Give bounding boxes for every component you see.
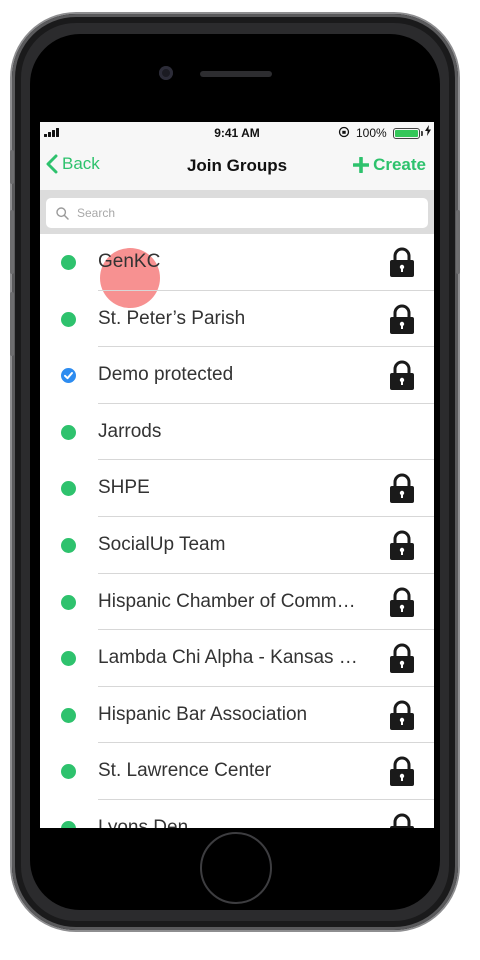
group-name: GenKC (98, 251, 161, 272)
lock-icon (389, 247, 415, 282)
lock-icon (389, 587, 415, 622)
lock-icon (389, 700, 415, 735)
status-dot (61, 537, 76, 553)
status-dot (61, 707, 76, 723)
group-name: Demo protected (98, 364, 234, 386)
rotation-lock-icon (338, 126, 350, 138)
group-name: SocialUp Team (98, 533, 226, 555)
battery-tip (421, 131, 423, 136)
list-item[interactable]: Lyons Den (40, 800, 434, 828)
search-icon (56, 206, 69, 220)
list-item[interactable]: Hispanic Chamber of Comm… (40, 574, 434, 631)
status-dot (61, 481, 76, 497)
group-name: Lyons Den (98, 816, 189, 828)
charging-bolt-icon (425, 125, 431, 139)
lock-icon (389, 756, 415, 791)
group-name: Hispanic Chamber of Comm… (98, 590, 356, 612)
list-item[interactable]: SocialUp Team (40, 517, 434, 574)
home-button[interactable] (200, 832, 272, 904)
group-name: St. Peter’s Parish (98, 307, 246, 329)
lock-icon (389, 360, 415, 395)
power-button (456, 210, 460, 274)
status-dot (61, 820, 76, 828)
list-item[interactable]: GenKC (40, 234, 434, 291)
battery-icon (393, 128, 420, 139)
group-name: SHPE (98, 477, 150, 499)
lock-icon (389, 304, 415, 339)
status-dot (61, 594, 76, 610)
plus-icon (353, 157, 370, 173)
list-item[interactable]: St. Lawrence Center (40, 743, 434, 800)
lock-icon (389, 813, 415, 828)
list-item[interactable]: SHPE (40, 460, 434, 517)
group-name: St. Lawrence Center (98, 760, 272, 782)
list-item[interactable]: Jarrods (40, 404, 434, 461)
create-button[interactable]: Create (353, 155, 426, 175)
group-name: Hispanic Bar Association (98, 703, 308, 725)
status-dot (61, 311, 76, 327)
group-name: Jarrods (98, 420, 162, 442)
list-item[interactable]: Demo protected (40, 347, 434, 404)
volume-down-button (10, 292, 14, 356)
search-input[interactable] (75, 205, 395, 221)
lock-icon (389, 643, 415, 678)
search-bar (40, 190, 434, 308)
group-name: Lambda Chi Alpha - Kansas … (98, 647, 358, 669)
status-bar: 9:41 AM 100% (40, 122, 434, 142)
earpiece-speaker (200, 71, 272, 77)
list-item[interactable]: Hispanic Bar Association (40, 687, 434, 744)
status-dot (61, 764, 76, 780)
status-dot (61, 651, 76, 667)
search-field[interactable] (46, 198, 428, 228)
groups-list: GenKC St. Peter’s Parish Demo protected … (40, 234, 434, 828)
volume-up-button (10, 210, 14, 274)
mute-switch (10, 150, 14, 184)
front-camera (159, 66, 173, 80)
create-label: Create (373, 155, 426, 174)
lock-icon (389, 530, 415, 565)
navigation-bar: Back Join Groups Create (40, 142, 434, 190)
lock-icon (389, 473, 415, 508)
battery-percent: 100% (356, 126, 387, 140)
status-dot (61, 255, 76, 270)
status-dot (61, 424, 76, 440)
checkmark-icon (61, 368, 76, 384)
app-screen: 9:41 AM 100% Back Join Groups Create Sea… (40, 122, 434, 828)
list-item[interactable]: Lambda Chi Alpha - Kansas … (40, 630, 434, 687)
list-item[interactable]: St. Peter’s Parish (40, 291, 434, 348)
